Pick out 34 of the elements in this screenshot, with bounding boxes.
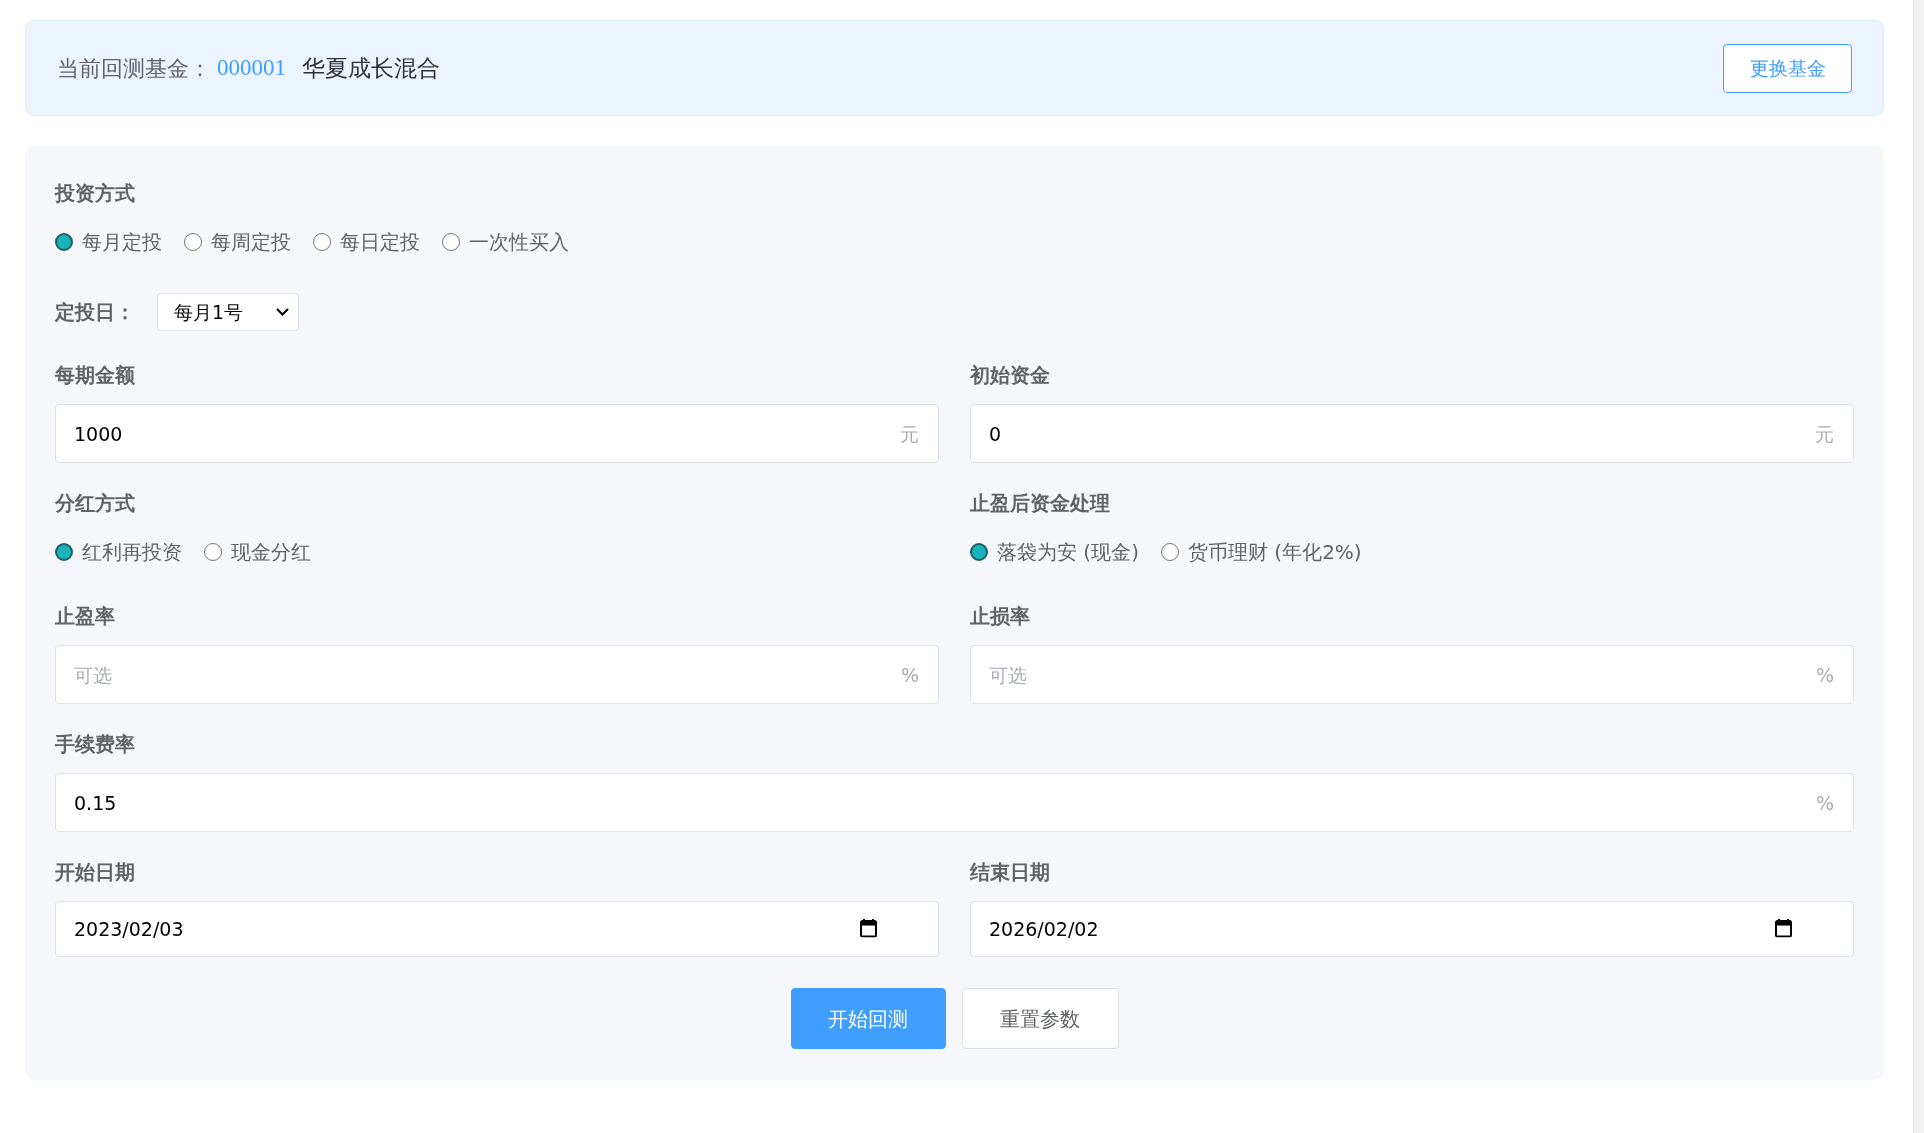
field-label: 止盈率 bbox=[55, 603, 115, 629]
radio-option[interactable]: 红利再投资 bbox=[55, 537, 182, 567]
radio-option[interactable]: 落袋为安 (现金) bbox=[970, 537, 1139, 567]
radio-option[interactable]: 每周定投 bbox=[184, 227, 291, 257]
radio-option[interactable]: 每日定投 bbox=[313, 227, 420, 257]
field-label: 投资方式 bbox=[55, 180, 135, 206]
fund-code: 000001 bbox=[217, 53, 286, 82]
field-label: 开始日期 bbox=[55, 859, 135, 885]
dropdown-select[interactable]: 每月1号 bbox=[157, 293, 299, 331]
date-field[interactable]: 2026/02/02 bbox=[970, 901, 1854, 957]
field-label: 止盈后资金处理 bbox=[970, 490, 1110, 516]
field-label: 分红方式 bbox=[55, 490, 135, 516]
field-label: 每期金额 bbox=[55, 362, 135, 388]
chevron-down-icon bbox=[276, 308, 289, 316]
field-label: 手续费率 bbox=[55, 731, 135, 757]
radio-option[interactable]: 货币理财 (年化2%) bbox=[1160, 537, 1362, 567]
banner-label: 当前回测基金： bbox=[57, 54, 211, 83]
unit-label: % bbox=[1815, 793, 1834, 812]
radio-option[interactable]: 现金分红 bbox=[204, 537, 311, 567]
field-label: 止损率 bbox=[970, 603, 1030, 629]
date-field[interactable]: 2023/02/03 bbox=[55, 901, 939, 957]
field-label: 结束日期 bbox=[970, 859, 1050, 885]
unit-label: 元 bbox=[900, 424, 919, 443]
field-label: 定投日： bbox=[55, 299, 135, 325]
unit-label: % bbox=[1815, 665, 1834, 684]
field-label: 初始资金 bbox=[970, 362, 1050, 388]
fund-name: 华夏成长混合 bbox=[302, 53, 440, 83]
radio-option[interactable]: 每月定投 bbox=[55, 227, 162, 257]
unit-label: % bbox=[900, 665, 919, 684]
radio-option[interactable]: 一次性买入 bbox=[442, 227, 569, 257]
unit-label: 元 bbox=[1815, 424, 1834, 443]
calendar-icon[interactable] bbox=[860, 918, 877, 938]
reset-button[interactable]: 重置参数 bbox=[961, 988, 1119, 1049]
calendar-icon[interactable] bbox=[1775, 918, 1792, 938]
